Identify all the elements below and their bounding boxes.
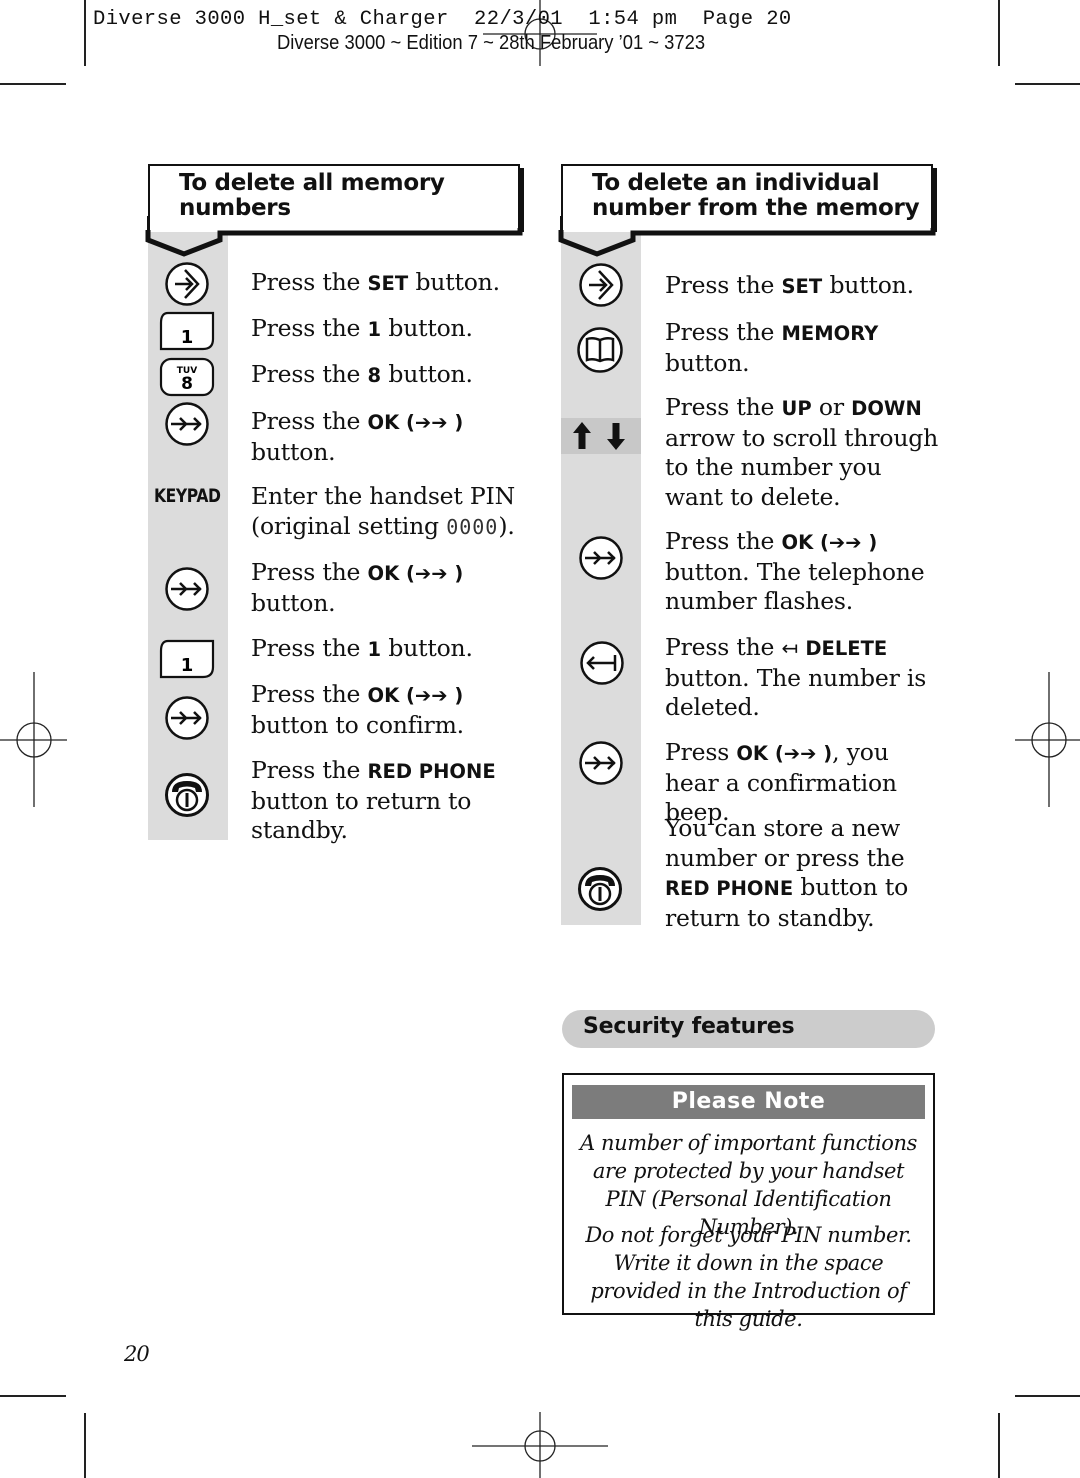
left-step-1: Press the SET button. bbox=[251, 268, 500, 296]
left-step-6: Press the OK (➔➔ ) button. bbox=[251, 558, 464, 617]
right-step-3: Press the UP or DOWN arrow to scroll thr… bbox=[665, 393, 939, 511]
crop-mark bbox=[1015, 83, 1080, 85]
registration-mark-right bbox=[1015, 672, 1080, 807]
crop-mark bbox=[0, 83, 66, 85]
set-icon bbox=[579, 263, 623, 307]
ok-icon bbox=[165, 402, 209, 446]
right-step-5: Press the ↤ DELETE button. The number is… bbox=[665, 633, 927, 721]
left-section-header: To delete all memory numbers bbox=[145, 164, 524, 257]
left-step-7: Press the 1 button. bbox=[251, 634, 473, 662]
left-step-2: Press the 1 button. bbox=[251, 314, 473, 342]
left-step-8: Press the OK (➔➔ ) button to confirm. bbox=[251, 680, 464, 739]
left-step-9: Press the RED PHONE button to return to … bbox=[251, 756, 496, 844]
right-step-1: Press the SET button. bbox=[665, 271, 914, 299]
key-8-icon: TUV 8 bbox=[159, 357, 215, 397]
key-1-icon: 1 bbox=[159, 639, 215, 679]
please-note-heading: Please Note bbox=[572, 1085, 925, 1119]
memory-book-icon bbox=[577, 327, 623, 373]
crop-mark bbox=[1015, 1395, 1080, 1397]
crop-mark bbox=[998, 1413, 1000, 1478]
page-number: 20 bbox=[124, 1342, 150, 1366]
security-features-heading: Security features bbox=[562, 1010, 935, 1048]
crop-mark bbox=[84, 1413, 86, 1478]
set-icon bbox=[165, 262, 209, 306]
right-step-2: Press the MEMORY button. bbox=[665, 318, 879, 377]
left-section-title: To delete all memory numbers bbox=[179, 170, 445, 221]
ok-icon bbox=[579, 741, 623, 785]
ok-icon bbox=[165, 696, 209, 740]
right-section-title: To delete an individual number from the … bbox=[592, 170, 920, 221]
delete-glyph-icon: ↤ bbox=[781, 636, 799, 660]
ok-icon bbox=[579, 536, 623, 580]
svg-text:1: 1 bbox=[181, 655, 194, 676]
crop-mark bbox=[998, 0, 1000, 66]
crop-mark bbox=[84, 0, 86, 66]
right-step-7: You can store a new number or press the … bbox=[665, 814, 909, 932]
delete-icon bbox=[580, 641, 624, 685]
registration-mark-bottom bbox=[472, 1412, 608, 1478]
svg-text:8: 8 bbox=[181, 374, 193, 394]
please-note-box: Please Note A number of important functi… bbox=[562, 1073, 935, 1331]
left-step-4: Press the OK (➔➔ ) button. bbox=[251, 407, 464, 466]
header-pointer bbox=[558, 216, 936, 257]
keypad-label: KEYPAD bbox=[154, 485, 221, 507]
ok-icon bbox=[165, 567, 209, 611]
red-phone-icon bbox=[165, 773, 209, 817]
left-step-5: Enter the handset PIN (original setting 0… bbox=[251, 482, 515, 540]
registration-mark-left bbox=[0, 672, 67, 807]
svg-text:1: 1 bbox=[181, 327, 194, 348]
security-features-title: Security features bbox=[583, 1014, 795, 1039]
note-paragraph-2: Do not forget your PIN number. Write it … bbox=[585, 1223, 912, 1331]
red-phone-icon bbox=[578, 867, 622, 911]
pin-default: 0000 bbox=[446, 514, 499, 539]
print-slug: Diverse 3000 H_set & Charger 22/3/01 1:5… bbox=[93, 8, 792, 31]
key-1-icon: 1 bbox=[159, 311, 215, 351]
edition-line: Diverse 3000 ~ Edition 7 ~ 28th February… bbox=[277, 32, 706, 54]
right-step-4: Press the OK (➔➔ ) button. The telephone… bbox=[665, 527, 925, 615]
header-pointer bbox=[145, 216, 523, 257]
right-section-header: To delete an individual number from the … bbox=[558, 164, 937, 257]
left-step-3: Press the 8 button. bbox=[251, 360, 473, 388]
up-down-arrows-icon bbox=[573, 422, 625, 450]
crop-mark bbox=[0, 1395, 66, 1397]
